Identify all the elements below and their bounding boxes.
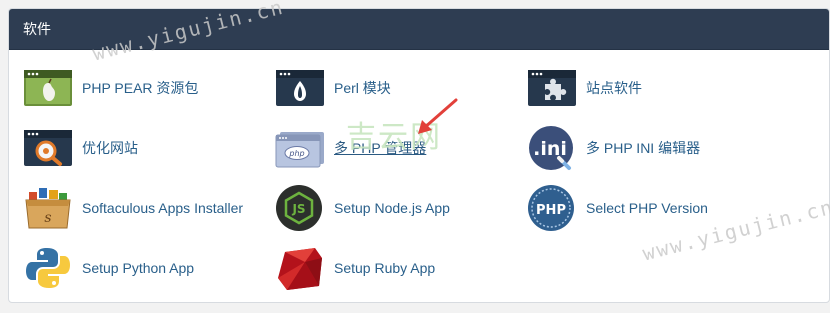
software-panel: 软件 PHP PEAR 资源包 Perl 模块 站点软件 优化网站 php 多 … bbox=[8, 8, 830, 303]
item-label: Setup Ruby App bbox=[334, 260, 436, 276]
item-multiphp-manager[interactable]: php 多 PHP 管理器 bbox=[275, 124, 426, 172]
svg-text:s: s bbox=[44, 210, 51, 226]
item-setup-ruby[interactable]: Setup Ruby App bbox=[275, 244, 435, 292]
item-label: Softaculous Apps Installer bbox=[82, 200, 244, 216]
item-label: PHP PEAR 资源包 bbox=[82, 80, 199, 96]
item-label: 站点软件 bbox=[586, 80, 642, 96]
item-softaculous[interactable]: s Softaculous Apps Installer bbox=[23, 184, 243, 232]
item-php-pear[interactable]: PHP PEAR 资源包 bbox=[23, 64, 198, 112]
item-multiphp-ini-editor[interactable]: .ini 多 PHP INI 编辑器 bbox=[527, 124, 700, 172]
pear-icon bbox=[23, 64, 73, 112]
panel-title: 软件 bbox=[9, 9, 829, 50]
ruby-icon bbox=[275, 244, 325, 292]
svg-text:php: php bbox=[288, 149, 304, 158]
svg-text:.ini: .ini bbox=[533, 138, 567, 160]
svg-text:JS: JS bbox=[291, 202, 305, 216]
nodejs-icon: JS bbox=[275, 184, 325, 232]
puzzle-icon bbox=[527, 64, 577, 112]
python-icon bbox=[23, 244, 73, 292]
item-label: 优化网站 bbox=[82, 140, 138, 156]
softaculous-icon: s bbox=[23, 184, 73, 232]
item-label: 多 PHP 管理器 bbox=[334, 140, 427, 156]
item-label: Perl 模块 bbox=[334, 80, 391, 96]
svg-text:PHP: PHP bbox=[536, 203, 566, 218]
item-select-php-version[interactable]: PHP Select PHP Version bbox=[527, 184, 708, 232]
item-label: Setup Node.js App bbox=[334, 200, 450, 216]
php-manager-icon: php bbox=[275, 124, 325, 172]
item-perl-modules[interactable]: Perl 模块 bbox=[275, 64, 391, 112]
item-optimize-website[interactable]: 优化网站 bbox=[23, 124, 138, 172]
item-site-software[interactable]: 站点软件 bbox=[527, 64, 642, 112]
item-label: Select PHP Version bbox=[586, 200, 708, 216]
ini-editor-icon: .ini bbox=[527, 124, 577, 172]
optimize-icon bbox=[23, 124, 73, 172]
item-label: Setup Python App bbox=[82, 260, 195, 276]
item-setup-nodejs[interactable]: JS Setup Node.js App bbox=[275, 184, 450, 232]
item-setup-python[interactable]: Setup Python App bbox=[23, 244, 194, 292]
php-version-icon: PHP bbox=[527, 184, 577, 232]
item-label: 多 PHP INI 编辑器 bbox=[586, 140, 701, 156]
perl-icon bbox=[275, 64, 325, 112]
